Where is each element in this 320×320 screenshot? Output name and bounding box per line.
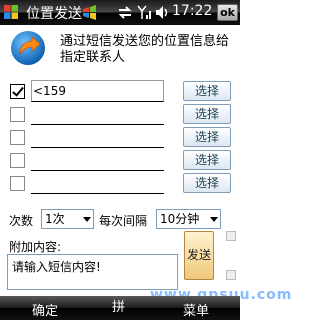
contact-field[interactable] bbox=[31, 126, 164, 148]
scroll-up-arrow[interactable] bbox=[226, 231, 236, 241]
contact-field[interactable] bbox=[31, 149, 164, 171]
app-description: 通过短信发送您的位置信息给指定联系人 bbox=[60, 34, 230, 65]
sync-icon[interactable] bbox=[117, 5, 133, 20]
ok-button[interactable]: ok bbox=[217, 4, 238, 21]
contact-checkbox[interactable] bbox=[10, 153, 25, 168]
contact-field[interactable]: <159 bbox=[31, 80, 164, 102]
chevron-down-icon bbox=[83, 217, 91, 222]
count-value: 1次 bbox=[45, 212, 65, 226]
contact-field[interactable] bbox=[31, 172, 164, 194]
contact-checkbox[interactable] bbox=[10, 130, 25, 145]
app-header: 通过短信发送您的位置信息给指定联系人 bbox=[0, 25, 240, 72]
volume-icon[interactable] bbox=[155, 5, 170, 20]
window-title: 位置发送 bbox=[26, 6, 82, 22]
windows-flag-icon[interactable] bbox=[3, 4, 19, 20]
select-contact-button[interactable]: 选择 bbox=[183, 150, 231, 170]
select-contact-button[interactable]: 选择 bbox=[183, 173, 231, 193]
contact-checkbox[interactable] bbox=[10, 84, 25, 99]
select-contact-button[interactable]: 选择 bbox=[183, 104, 231, 124]
menu-bar: 确定 拼 菜单 bbox=[0, 296, 240, 320]
contact-checkbox[interactable] bbox=[10, 107, 25, 122]
windows-flag-small-icon bbox=[83, 5, 96, 20]
contact-row: 选择 bbox=[0, 103, 240, 127]
interval-label: 每次间隔 bbox=[99, 214, 148, 228]
contact-checkbox[interactable] bbox=[10, 176, 25, 191]
send-location-arrow-icon bbox=[11, 31, 45, 65]
menu-softkey[interactable]: 菜单 bbox=[183, 300, 209, 319]
contact-row: 选择 bbox=[0, 149, 240, 173]
message-label: 附加内容: bbox=[9, 240, 62, 254]
scroll-down-arrow[interactable] bbox=[226, 270, 236, 280]
input-method-button[interactable]: 拼 bbox=[112, 296, 125, 315]
count-label: 次数 bbox=[9, 214, 34, 228]
title-bar: 位置发送 17:22 ok bbox=[0, 0, 240, 25]
message-input[interactable]: 请输入短信内容! bbox=[7, 254, 178, 290]
count-select[interactable]: 1次 bbox=[41, 209, 94, 229]
interval-select[interactable]: 10分钟 bbox=[156, 209, 221, 229]
chevron-down-icon bbox=[210, 217, 218, 222]
confirm-softkey[interactable]: 确定 bbox=[32, 300, 58, 319]
select-contact-button[interactable]: 选择 bbox=[183, 127, 231, 147]
clock[interactable]: 17:22 bbox=[172, 3, 212, 19]
contact-row: <159 选择 bbox=[0, 80, 240, 104]
contact-field[interactable] bbox=[31, 103, 164, 125]
contact-row: 选择 bbox=[0, 126, 240, 150]
message-scrollbar[interactable] bbox=[226, 231, 236, 280]
signal-icon[interactable] bbox=[137, 5, 153, 20]
send-button[interactable]: 发送 bbox=[184, 231, 214, 280]
contact-row: 选择 bbox=[0, 172, 240, 196]
select-contact-button[interactable]: 选择 bbox=[183, 81, 231, 101]
interval-value: 10分钟 bbox=[160, 212, 200, 226]
